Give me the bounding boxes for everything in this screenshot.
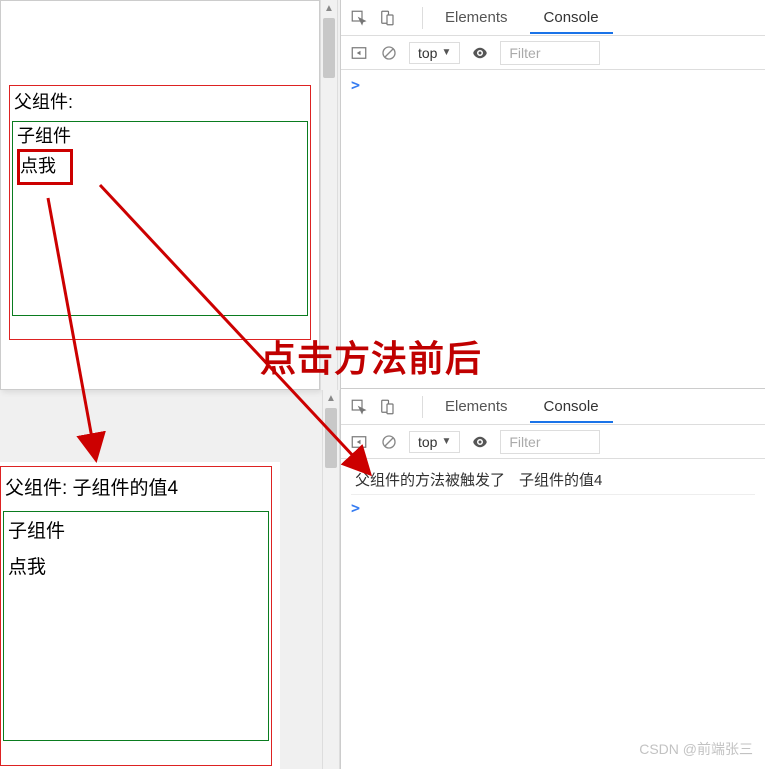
tab-divider <box>405 7 423 29</box>
scroll-up-icon[interactable]: ▲ <box>323 390 339 406</box>
console-toolbar: top ▼ Filter <box>341 425 765 459</box>
tab-divider <box>405 396 423 418</box>
annotation-text: 点击方法前后 <box>260 330 482 382</box>
child-label-after: 子组件 <box>8 514 264 550</box>
scroll-up-icon[interactable]: ▲ <box>321 0 337 16</box>
log-message: 父组件的方法被触发了 <box>355 469 505 490</box>
click-me-button-after[interactable]: 点我 <box>8 550 50 586</box>
scroll-thumb[interactable] <box>323 18 335 78</box>
tab-console[interactable]: Console <box>530 390 613 423</box>
tab-elements[interactable]: Elements <box>431 1 522 34</box>
filter-placeholder: Filter <box>509 434 540 450</box>
console-prompt-icon: > <box>351 499 360 517</box>
context-label: top <box>418 434 437 450</box>
context-label: top <box>418 45 437 61</box>
sidebar-toggle-icon[interactable] <box>349 432 369 452</box>
filter-input[interactable]: Filter <box>500 41 600 65</box>
log-value: 子组件的值4 <box>519 469 602 490</box>
child-label: 子组件 <box>17 124 303 149</box>
clear-console-icon[interactable] <box>379 432 399 452</box>
device-toggle-icon[interactable] <box>377 8 397 28</box>
context-selector[interactable]: top ▼ <box>409 42 460 64</box>
live-expression-icon[interactable] <box>470 432 490 452</box>
tab-elements[interactable]: Elements <box>431 390 522 423</box>
live-expression-icon[interactable] <box>470 43 490 63</box>
watermark: CSDN @前端张三 <box>639 739 753 759</box>
devtools-tabbar: Elements Console <box>341 389 765 425</box>
click-button-highlight: 点我 <box>17 149 73 184</box>
child-component-box: 子组件 点我 <box>12 121 308 316</box>
devtools-after: Elements Console top ▼ Filter 父组件的方法被触发了… <box>340 388 765 769</box>
tab-console[interactable]: Console <box>530 1 613 34</box>
console-log-row: 父组件的方法被触发了 子组件的值4 <box>351 465 755 495</box>
chevron-down-icon: ▼ <box>441 436 451 447</box>
clear-console-icon[interactable] <box>379 43 399 63</box>
chevron-down-icon: ▼ <box>441 47 451 58</box>
console-toolbar: top ▼ Filter <box>341 36 765 70</box>
child-component-box-after: 子组件 点我 <box>3 511 269 741</box>
devtools-tabbar: Elements Console <box>341 0 765 36</box>
rendered-page-after: 父组件: 子组件的值4 子组件 点我 <box>0 462 280 769</box>
parent-component-box: 父组件: 子组件 点我 <box>9 85 311 340</box>
context-selector[interactable]: top ▼ <box>409 431 460 453</box>
parent-label: 父组件: <box>10 88 310 119</box>
filter-placeholder: Filter <box>509 45 540 61</box>
device-toggle-icon[interactable] <box>377 397 397 417</box>
console-body[interactable]: > <box>341 70 765 100</box>
inspect-element-icon[interactable] <box>349 397 369 417</box>
inspect-element-icon[interactable] <box>349 8 369 28</box>
scroll-thumb[interactable] <box>325 408 337 468</box>
sidebar-toggle-icon[interactable] <box>349 43 369 63</box>
console-body[interactable]: 父组件的方法被触发了 子组件的值4 > <box>341 459 765 523</box>
filter-input[interactable]: Filter <box>500 430 600 454</box>
parent-component-box-after: 父组件: 子组件的值4 子组件 点我 <box>0 466 272 766</box>
parent-label-after: 父组件: 子组件的值4 <box>1 469 271 511</box>
page-scrollbar-bottom[interactable]: ▲ <box>322 390 340 769</box>
click-me-button[interactable]: 点我 <box>20 154 60 179</box>
console-prompt-icon: > <box>351 76 360 94</box>
